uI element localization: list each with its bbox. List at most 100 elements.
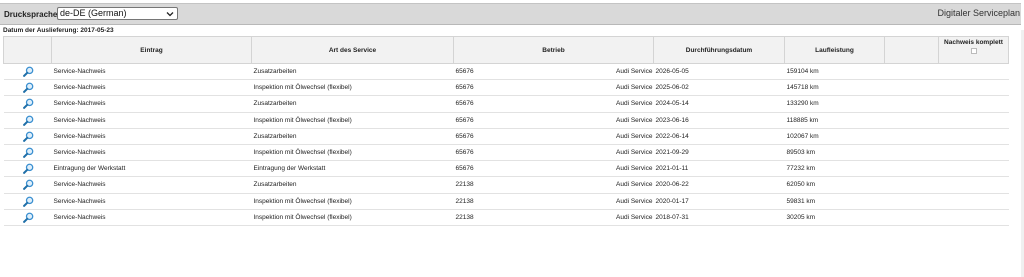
app-title: Digitaler Serviceplan xyxy=(937,8,1020,18)
blank-cell xyxy=(884,63,939,81)
column-header-icon xyxy=(3,36,52,64)
table-row[interactable]: Service-Nachweis Inspektion mit Ölwechsel… xyxy=(3,144,1009,162)
workshop-cell: 65676 Audi Service xyxy=(453,160,654,178)
workshop-cell: 65676 Audi Service xyxy=(453,63,654,81)
workshop-cell: 65676 Audi Service xyxy=(453,128,654,145)
date-cell: 2021-09-29 xyxy=(653,144,785,162)
mileage-cell: 62050 km xyxy=(784,176,885,194)
table-row[interactable]: Service-Nachweis Zusatzarbeiten 22138 Audi … xyxy=(3,176,1009,194)
workshop-number: 22138 xyxy=(455,213,474,221)
table-row[interactable]: Service-Nachweis Inspektion mit Ölwechsel… xyxy=(3,193,1009,210)
proof-cell xyxy=(938,144,1009,162)
blank-cell xyxy=(884,160,939,178)
proof-cell xyxy=(938,63,1009,81)
row-action-cell[interactable] xyxy=(3,144,52,162)
chevron-down-icon xyxy=(166,12,174,17)
row-action-cell[interactable] xyxy=(3,128,52,145)
service-type-cell: Inspektion mit Ölwechsel (flexibel) xyxy=(251,144,454,162)
table-row[interactable]: Eintragung der Werkstatt Eintragung der W… xyxy=(3,160,1009,178)
workshop-name: Audi Service xyxy=(616,68,653,75)
workshop-name: Audi Service xyxy=(616,84,653,92)
workshop-name: Audi Service xyxy=(616,116,653,124)
magnifier-icon[interactable] xyxy=(23,163,34,175)
table-row[interactable]: Service-Nachweis Zusatzarbeiten 65676 Audi … xyxy=(3,128,1009,145)
workshop-number: 65676 xyxy=(455,149,474,157)
column-header-blank xyxy=(884,36,939,64)
workshop-number: 65676 xyxy=(455,116,474,124)
row-action-cell[interactable] xyxy=(3,95,52,113)
proof-cell xyxy=(938,193,1009,210)
row-action-cell[interactable] xyxy=(3,209,52,226)
column-header-workshop[interactable]: Betrieb xyxy=(453,36,654,64)
blank-cell xyxy=(884,112,939,129)
table-row[interactable]: Service-Nachweis Inspektion mit Ölwechsel… xyxy=(3,112,1009,129)
service-type-cell: Inspektion mit Ölwechsel (flexibel) xyxy=(251,193,454,210)
print-language-select[interactable]: de-DE (German) xyxy=(57,7,178,20)
magnifier-icon[interactable] xyxy=(23,212,34,223)
proof-cell xyxy=(938,112,1009,129)
mileage-cell: 118885 km xyxy=(784,112,885,129)
proof-cell xyxy=(938,160,1009,178)
proof-complete-checkbox[interactable] xyxy=(970,48,977,54)
workshop-number: 65676 xyxy=(455,132,474,140)
service-type-cell: Zusatzarbeiten xyxy=(251,63,454,81)
workshop-number: 65676 xyxy=(455,165,474,173)
print-language-value: de-DE (German) xyxy=(60,8,127,18)
blank-cell xyxy=(884,209,939,226)
top-toolbar: Drucksprache: de-DE (German) Digitaler S… xyxy=(0,3,1021,25)
workshop-number: 22138 xyxy=(455,197,474,205)
magnifier-icon[interactable] xyxy=(23,66,34,78)
entry-cell: Service-Nachweis xyxy=(51,209,252,226)
row-action-cell[interactable] xyxy=(3,193,52,210)
workshop-number: 22138 xyxy=(455,181,474,189)
mileage-cell: 145718 km xyxy=(784,79,885,97)
mileage-cell: 77232 km xyxy=(784,160,885,178)
date-cell: 2022-06-14 xyxy=(653,128,785,145)
table-row[interactable]: Service-Nachweis Inspektion mit Ölwechsel… xyxy=(3,209,1009,226)
row-action-cell[interactable] xyxy=(3,79,52,97)
date-cell: 2025-06-02 xyxy=(653,79,785,97)
workshop-name: Audi Service xyxy=(616,148,653,156)
row-action-cell[interactable] xyxy=(3,160,52,178)
table-row[interactable]: Service-Nachweis Zusatzarbeiten 65676 Audi … xyxy=(3,95,1009,113)
mileage-cell: 89503 km xyxy=(784,144,885,162)
blank-cell xyxy=(884,176,939,194)
table-row[interactable]: Service-Nachweis Inspektion mit Ölwechsel… xyxy=(3,79,1009,97)
entry-cell: Service-Nachweis xyxy=(51,112,252,129)
workshop-cell: 65676 Audi Service xyxy=(453,79,654,97)
date-cell: 2026-05-05 xyxy=(653,63,785,81)
blank-cell xyxy=(884,144,939,162)
service-type-cell: Zusatzarbeiten xyxy=(251,128,454,145)
mileage-cell: 159104 km xyxy=(784,63,885,81)
proof-cell xyxy=(938,79,1009,97)
proof-cell xyxy=(938,176,1009,194)
date-cell: 2020-01-17 xyxy=(653,193,785,210)
column-header-service-type[interactable]: Art des Service xyxy=(251,36,454,64)
table-header-row: Eintrag Art des Service Betrieb Durchfüh… xyxy=(3,36,1009,64)
magnifier-icon[interactable] xyxy=(23,179,34,191)
proof-cell xyxy=(938,209,1009,226)
entry-cell: Eintragung der Werkstatt xyxy=(51,160,252,178)
table-row[interactable]: Service-Nachweis Zusatzarbeiten 65676 Audi … xyxy=(3,63,1009,81)
column-header-entry[interactable]: Eintrag xyxy=(51,36,252,64)
blank-cell xyxy=(884,79,939,97)
entry-cell: Service-Nachweis xyxy=(51,128,252,145)
workshop-name: Audi Service xyxy=(616,197,653,205)
entry-cell: Service-Nachweis xyxy=(51,144,252,162)
date-cell: 2020-06-22 xyxy=(653,176,785,194)
column-header-date[interactable]: Durchführungsdatum xyxy=(653,36,785,64)
column-header-proof-complete[interactable]: Nachweis komplett xyxy=(938,36,1009,64)
row-action-cell[interactable] xyxy=(3,112,52,129)
magnifier-icon[interactable] xyxy=(23,196,34,207)
row-action-cell[interactable] xyxy=(3,63,52,81)
delivery-date: Datum der Auslieferung: 2017-05-23 xyxy=(3,27,114,34)
magnifier-icon[interactable] xyxy=(23,98,34,110)
magnifier-icon[interactable] xyxy=(23,131,34,142)
column-header-mileage[interactable]: Laufleistung xyxy=(784,36,885,64)
magnifier-icon[interactable] xyxy=(23,82,34,94)
date-cell: 2018-07-31 xyxy=(653,209,785,226)
blank-cell xyxy=(884,128,939,145)
magnifier-icon[interactable] xyxy=(23,147,34,158)
row-action-cell[interactable] xyxy=(3,176,52,194)
magnifier-icon[interactable] xyxy=(23,115,34,126)
